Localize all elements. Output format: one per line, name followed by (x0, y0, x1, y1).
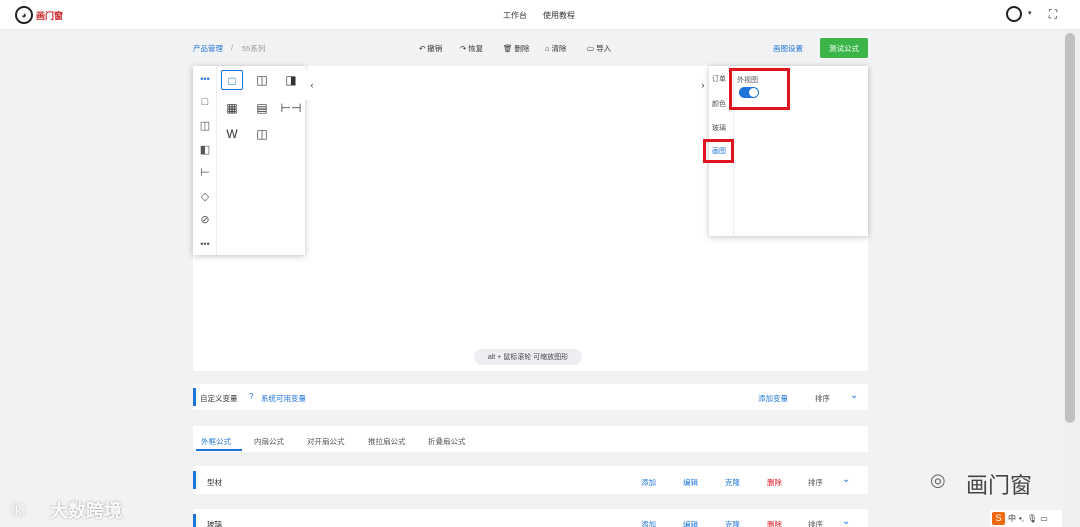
nav-tutorial[interactable]: 使用教程 (543, 10, 575, 21)
chevron-down-icon[interactable]: ▾ (1028, 9, 1032, 17)
chevron-down-icon[interactable]: ⌄ (842, 474, 850, 485)
tab-inner-sash[interactable]: 内扇公式 (254, 436, 284, 447)
add-link[interactable]: 添加 (641, 519, 656, 527)
tool-frame[interactable]: □ (221, 70, 243, 90)
help-circle-icon[interactable]: ? (249, 392, 253, 401)
delete-link[interactable]: 删除 (767, 519, 782, 527)
clone-link[interactable]: 克隆 (725, 477, 740, 488)
section-title: 玻璃 (207, 520, 222, 527)
breadcrumb-current: 55系列 (242, 44, 266, 53)
sort-link[interactable]: 排序 (815, 393, 830, 404)
import-label: 导入 (596, 44, 612, 53)
watermark-logo-icon: ⓚ (10, 503, 27, 520)
user-avatar[interactable] (1006, 6, 1022, 22)
redo-button[interactable]: ↷ 恢复 (460, 43, 483, 54)
disable-icon[interactable]: ⊘ (197, 212, 213, 228)
frame-icon[interactable]: □ (197, 94, 213, 110)
nav-workbench[interactable]: 工作台 (503, 10, 527, 21)
highlight-box-toggle (729, 68, 790, 110)
sort-link[interactable]: 排序 (808, 519, 823, 527)
watermark-right: 画门窗 (966, 473, 1033, 498)
clear-icon: ⌂ (545, 44, 550, 53)
highlight-box-tab (703, 139, 734, 163)
breadcrumb-separator: / (231, 43, 234, 52)
tab-folding-sash[interactable]: 折叠扇公式 (428, 436, 466, 447)
undo-button[interactable]: ↶ 撤销 (419, 43, 442, 54)
chevron-down-icon[interactable]: ⌄ (842, 516, 850, 527)
more-icon[interactable]: ••• (197, 71, 213, 87)
wechat-icon: ◎ (930, 470, 946, 490)
section-accent-bar (193, 471, 196, 489)
fill-bucket-icon[interactable]: ◇ (197, 189, 213, 205)
edit-link[interactable]: 编辑 (683, 519, 698, 527)
logo-mascot-icon: ◕ (15, 6, 33, 24)
chevron-right-icon[interactable]: › (697, 72, 709, 98)
section-accent-bar (193, 388, 196, 406)
add-link[interactable]: 添加 (641, 477, 656, 488)
section-title: 型材 (207, 478, 222, 487)
sogou-ime-icon[interactable]: S (992, 512, 1005, 525)
clear-button[interactable]: ⌂ 清除 (545, 43, 567, 54)
logo-text: 画门窗 (36, 10, 64, 21)
drawing-settings-link[interactable]: 画图设置 (773, 43, 803, 54)
tab-double-sash[interactable]: 对开扇公式 (307, 436, 345, 447)
undo-icon: ↶ (419, 44, 426, 53)
sash-icon[interactable]: ◧ (197, 142, 213, 158)
tool-louver[interactable]: ▤ (251, 98, 273, 118)
tab-sliding-sash[interactable]: 推拉扇公式 (368, 436, 406, 447)
tab-glass[interactable]: 玻璃 (712, 123, 726, 133)
tool-panel[interactable]: ◫ (251, 70, 273, 90)
chevron-down-icon[interactable]: ⌄ (850, 390, 858, 401)
undo-label: 撤销 (427, 44, 443, 53)
custom-variables-title: 自定义变量 (200, 394, 238, 403)
edit-link[interactable]: 编辑 (683, 477, 698, 488)
test-formula-button[interactable]: 测试公式 (820, 38, 868, 58)
keyboard-icon[interactable]: ▭ (1040, 514, 1048, 523)
punctuation-icon[interactable]: •, (1019, 514, 1024, 523)
ime-language[interactable]: 中 (1008, 513, 1016, 524)
ime-tray: S 中 •, 🎙 ▭ (990, 510, 1062, 527)
redo-label: 恢复 (468, 44, 484, 53)
tool-span[interactable]: ⊢⊣ (280, 98, 302, 118)
active-tab-indicator (196, 449, 242, 451)
split-icon[interactable]: ◫ (197, 118, 213, 134)
microphone-icon[interactable]: 🎙 (1027, 514, 1037, 523)
redo-icon: ↷ (460, 44, 467, 53)
tab-order[interactable]: 订单 (712, 74, 726, 84)
import-button[interactable]: ▭ 导入 (587, 43, 611, 54)
tool-grid[interactable]: ▦ (221, 98, 243, 118)
delete-button[interactable]: 🗑 删除 (503, 43, 530, 54)
breadcrumb-root[interactable]: 产品管理 (193, 43, 223, 54)
dimension-icon[interactable]: ⊢ (197, 165, 213, 181)
watermark-left: 大数跨境 (50, 501, 122, 521)
add-variable-link[interactable]: 添加变量 (758, 393, 788, 404)
fullscreen-icon[interactable]: ⛶ (1046, 7, 1060, 21)
tab-color[interactable]: 颜色 (712, 99, 726, 109)
tool-fold[interactable]: ◫ (251, 124, 273, 144)
tab-outer-frame[interactable]: 外框公式 (201, 436, 231, 447)
delete-link[interactable]: 删除 (767, 477, 782, 488)
clone-link[interactable]: 克隆 (725, 519, 740, 527)
sort-link[interactable]: 排序 (808, 477, 823, 488)
tool-w[interactable]: W (221, 124, 243, 144)
trash-icon: 🗑 (503, 44, 513, 53)
bottom-more-icon[interactable]: ••• (197, 236, 213, 252)
scrollbar-thumb[interactable] (1065, 33, 1075, 423)
clear-label: 清除 (551, 44, 567, 53)
delete-label: 删除 (514, 44, 530, 53)
system-variables-link[interactable]: 系统可用变量 (261, 393, 306, 404)
tool-door[interactable]: ◨ (280, 70, 302, 90)
app-logo[interactable]: ◕ 画门窗 (15, 6, 63, 24)
formula-tabs-bar (193, 426, 868, 452)
zoom-hint: alt + 鼠标滚轮 可缩放图形 (474, 349, 582, 365)
top-navigation-bar (0, 0, 1080, 30)
folder-icon: ▭ (587, 44, 595, 53)
section-accent-bar (193, 514, 196, 527)
